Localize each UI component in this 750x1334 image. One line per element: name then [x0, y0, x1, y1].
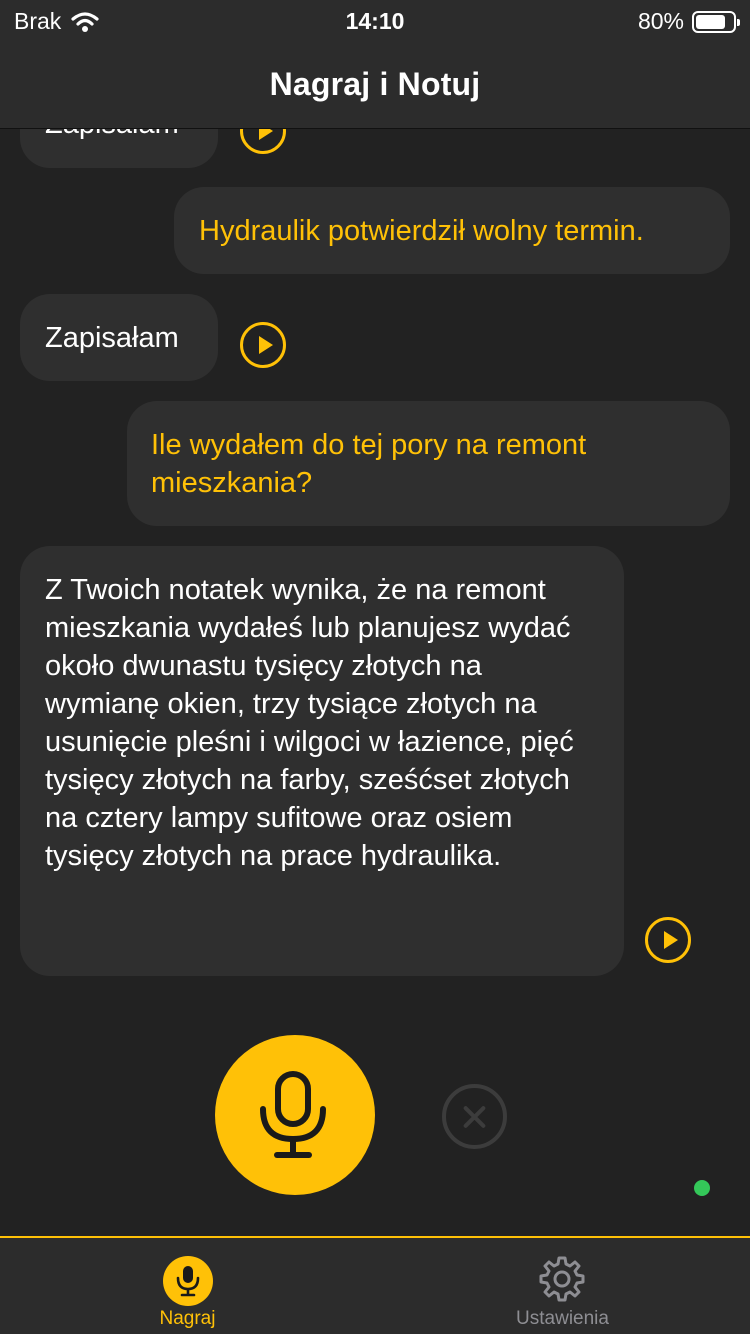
tab-label: Ustawienia — [516, 1308, 609, 1329]
message-bubble-user: Ile wydałem do tej pory na remont mieszk… — [127, 401, 730, 526]
chat-list[interactable]: Zapisałam Hydraulik potwierdził wolny te… — [0, 0, 750, 1236]
gear-icon — [539, 1256, 585, 1302]
record-button[interactable] — [215, 1035, 375, 1195]
microphone-icon — [260, 1071, 326, 1158]
message-bubble-bot: Zapisałam — [20, 294, 218, 381]
battery-icon — [692, 10, 740, 33]
message-text: Ile wydałem do tej pory na remont mieszk… — [151, 429, 587, 499]
tab-settings[interactable]: Ustawienia — [375, 1238, 750, 1334]
navigation-header: Nagraj i Notuj — [0, 40, 750, 129]
app-screen: Zapisałam Hydraulik potwierdził wolny te… — [0, 0, 750, 1334]
message-bubble-user: Hydraulik potwierdził wolny termin. — [174, 187, 730, 274]
battery-percent: 80% — [637, 8, 684, 34]
battery-fill — [696, 14, 725, 29]
message-bubble-bot: Z Twoich notatek wynika, że na remont mi… — [20, 546, 624, 976]
tab-record[interactable]: Nagraj — [0, 1238, 375, 1334]
message-text: Z Twoich notatek wynika, że na remont mi… — [45, 574, 574, 872]
tab-label: Nagraj — [159, 1308, 216, 1329]
page-title: Nagraj i Notuj — [269, 65, 481, 102]
message-text: Zapisałam — [45, 322, 179, 354]
play-icon[interactable] — [645, 917, 691, 963]
tab-bar: Nagraj Ustawienia — [0, 1236, 750, 1334]
status-bar: Brak 14:10 80% — [0, 0, 750, 40]
message-text: Hydraulik potwierdził wolny termin. — [199, 215, 644, 247]
microphone-icon — [163, 1256, 213, 1306]
connection-indicator — [694, 1180, 710, 1196]
close-icon[interactable] — [442, 1084, 507, 1149]
play-icon[interactable] — [240, 322, 286, 368]
